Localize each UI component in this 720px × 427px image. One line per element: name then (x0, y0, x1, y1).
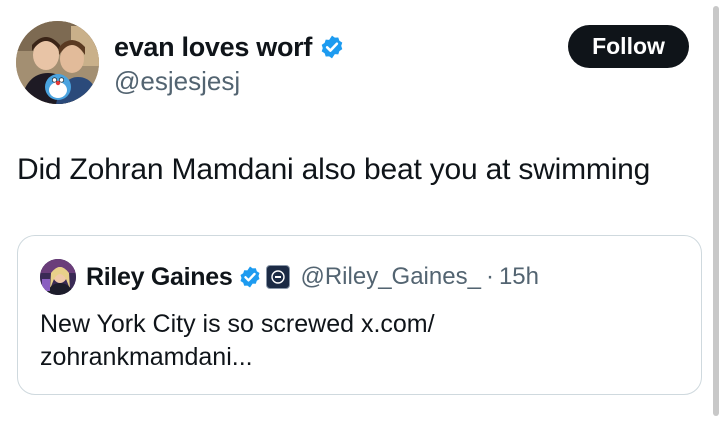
affiliate-badge-icon[interactable] (266, 265, 291, 289)
quoted-avatar-photo-icon (40, 259, 76, 295)
affiliate-logo-icon (271, 270, 286, 284)
verified-badge-icon (321, 35, 343, 59)
quoted-header: Riley Gaines @Riley_Gaines_ · 15h (86, 260, 539, 294)
quoted-author-avatar[interactable] (40, 259, 76, 295)
author-display-name[interactable]: evan loves worf (114, 32, 312, 63)
quoted-verified-badge-icon (240, 266, 260, 288)
author-avatar[interactable] (16, 21, 99, 104)
scrollbar[interactable] (713, 6, 719, 416)
quoted-text-line-2[interactable]: zohrankmamdani... (40, 341, 660, 374)
quoted-tweet-text: New York City is so screwed x.com/ zohra… (40, 308, 660, 374)
quoted-tweet-card[interactable]: Riley Gaines @Riley_Gaines_ · 15h New Yo… (17, 235, 702, 395)
author-handle[interactable]: @esjesjesj (114, 66, 240, 97)
tweet: evan loves worf @esjesjesj Follow Did Zo… (0, 0, 720, 427)
quoted-timestamp[interactable]: 15h (499, 263, 539, 291)
quoted-author-name[interactable]: Riley Gaines (86, 263, 233, 292)
tweet-text: Did Zohran Mamdani also beat you at swim… (17, 153, 651, 186)
author-name-row[interactable]: evan loves worf (114, 29, 345, 65)
separator-dot: · (485, 263, 494, 290)
quoted-author-handle[interactable]: @Riley_Gaines_ (300, 263, 480, 291)
follow-button[interactable]: Follow (568, 25, 689, 68)
avatar-photo-icon (16, 21, 99, 104)
quoted-text-line-1: New York City is so screwed x.com/ (40, 310, 435, 338)
